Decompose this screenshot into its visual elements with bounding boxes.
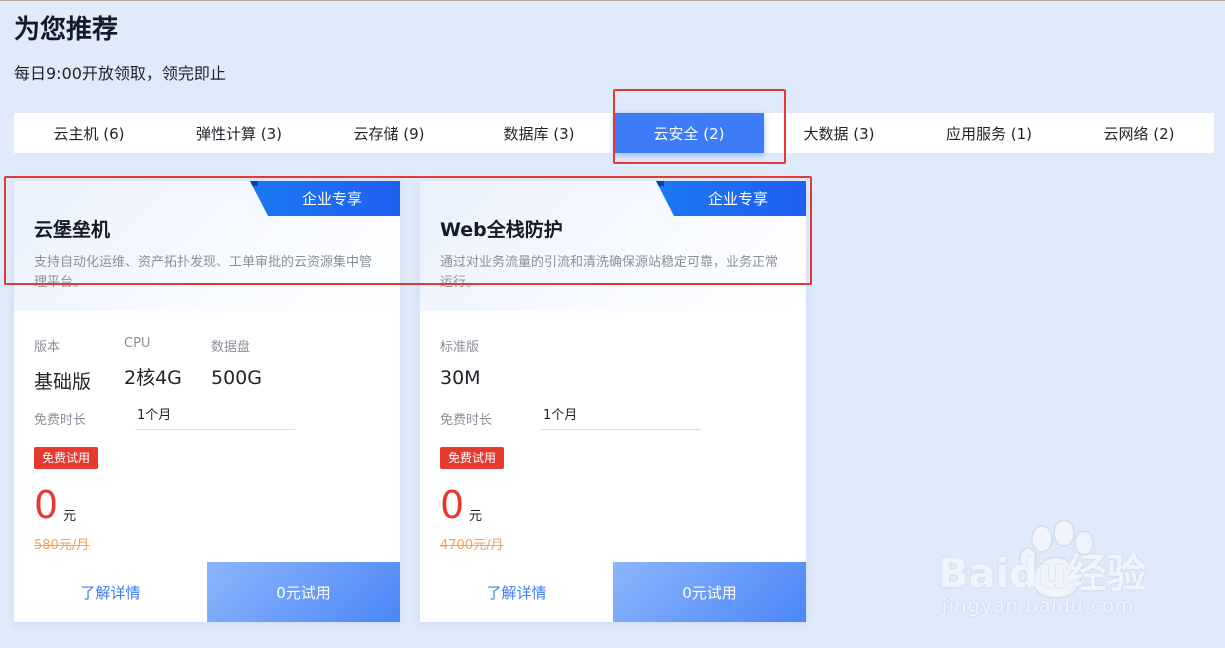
category-tabs: 云主机 (6) 弹性计算 (3) 云存储 (9) 数据库 (3) 云安全 (2)… [14, 113, 1214, 153]
tab-cloud-security[interactable]: 云安全 (2) [614, 113, 764, 153]
spec-label: 版本 [34, 340, 61, 355]
baidu-jingyan-watermark: Baidu经验 jingyan.baidu.com [938, 519, 1160, 623]
spec-bandwidth: 标准版 30M [440, 336, 481, 389]
duration-label: 免费时长 [440, 413, 493, 428]
spec-value: 2核4G [124, 367, 182, 389]
spec-label: 数据盘 [211, 340, 251, 355]
duration-label: 免费时长 [34, 413, 87, 428]
spec-label: 标准版 [440, 340, 480, 355]
original-price: 4700元/月 [440, 538, 504, 553]
spec-value: 30M [440, 367, 481, 389]
spec-value: 500G [211, 367, 262, 389]
original-price: 580元/月 [34, 538, 90, 553]
free-trial-badge: 免费试用 [34, 447, 99, 469]
price-value: 0 [440, 483, 465, 527]
card-actions: 了解详情 0元试用 [420, 562, 806, 622]
spec-cpu: CPU 2核4G [124, 336, 182, 390]
tab-cloud-storage[interactable]: 云存储 (9) [314, 113, 464, 153]
tab-cloud-network[interactable]: 云网络 (2) [1064, 113, 1214, 153]
free-trial-button[interactable]: 0元试用 [207, 562, 400, 622]
spec-value: 基础版 [34, 371, 92, 393]
tab-cloud-host[interactable]: 云主机 (6) [14, 113, 164, 153]
price-unit: 元 [469, 509, 483, 524]
spec-disk: 数据盘 500G [211, 336, 262, 389]
spec-label: CPU [124, 336, 151, 351]
duration-select[interactable]: 1个月 [541, 403, 701, 430]
card-description: 通过对业务流量的引流和清洗确保源站稳定可靠，业务正常运行。 [440, 255, 779, 290]
watermark-url: jingyan.baidu.com [942, 595, 1135, 617]
product-card-web-protection: 企业专享 Web全栈防护 通过对业务流量的引流和清洗确保源站稳定可靠，业务正常运… [420, 181, 806, 622]
card-title: 云堡垒机 [34, 219, 111, 241]
page-subtitle: 每日9:00开放领取，领完即止 [14, 64, 226, 83]
tab-elastic-compute[interactable]: 弹性计算 (3) [164, 113, 314, 153]
tab-big-data[interactable]: 大数据 (3) [764, 113, 914, 153]
learn-more-button[interactable]: 了解详情 [420, 562, 613, 622]
card-description: 支持自动化运维、资产拓扑发现、工单审批的云资源集中管理平台。 [34, 255, 373, 290]
enterprise-badge: 企业专享 [250, 181, 400, 216]
card-title: Web全栈防护 [440, 219, 563, 241]
duration-select[interactable]: 1个月 [135, 403, 295, 430]
enterprise-badge: 企业专享 [656, 181, 806, 216]
watermark-brand: Baidu经验 [938, 551, 1147, 597]
tab-database[interactable]: 数据库 (3) [464, 113, 614, 153]
price-unit: 元 [63, 509, 77, 524]
free-trial-button[interactable]: 0元试用 [613, 562, 806, 622]
learn-more-button[interactable]: 了解详情 [14, 562, 207, 622]
free-trial-badge: 免费试用 [440, 447, 505, 469]
card-actions: 了解详情 0元试用 [14, 562, 400, 622]
page-title: 为您推荐 [14, 15, 119, 45]
spec-version: 版本 基础版 [34, 336, 91, 394]
tab-app-service[interactable]: 应用服务 (1) [914, 113, 1064, 153]
price-value: 0 [34, 483, 59, 527]
product-card-bastion: 企业专享 云堡垒机 支持自动化运维、资产拓扑发现、工单审批的云资源集中管理平台。… [14, 181, 400, 622]
